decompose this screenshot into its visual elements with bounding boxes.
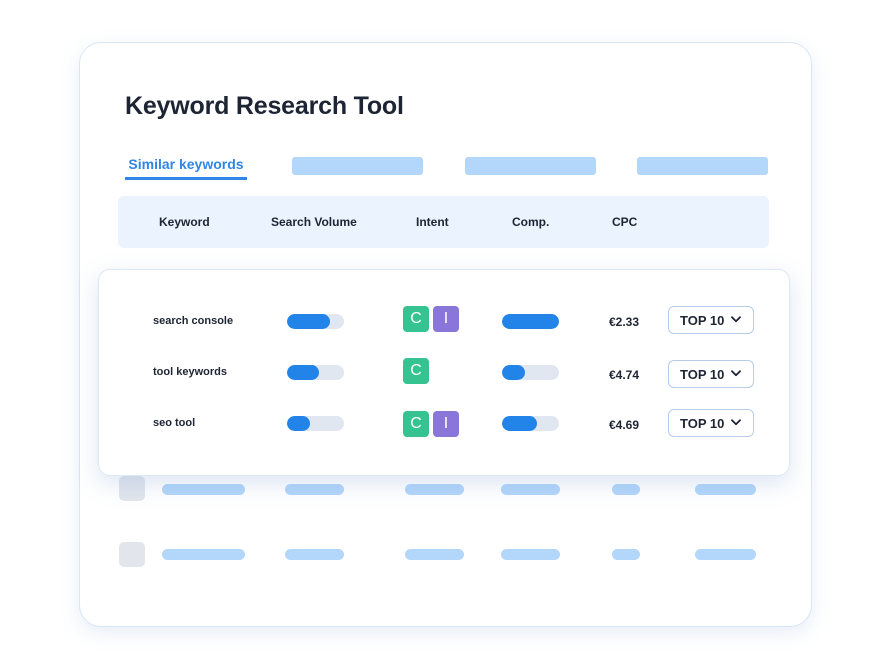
search-volume-bar (287, 416, 344, 431)
skeleton-bar (162, 484, 245, 495)
search-volume-fill (287, 416, 310, 431)
skeleton-bar (285, 549, 344, 560)
tab-placeholder[interactable] (465, 157, 596, 175)
page-title: Keyword Research Tool (125, 92, 404, 120)
search-volume-bar (287, 365, 344, 380)
skeleton-checkbox (119, 542, 145, 567)
skeleton-bar (612, 484, 640, 495)
skeleton-checkbox (119, 476, 145, 501)
keyword-cell: seo tool (153, 417, 196, 429)
search-volume-fill (287, 314, 330, 329)
rank-dropdown-label: TOP 10 (680, 367, 725, 382)
tab-similar-keywords[interactable]: Similar keywords (125, 154, 247, 180)
cpc-cell: €4.69 (609, 418, 640, 432)
competition-fill (502, 314, 559, 329)
tab-placeholder[interactable] (292, 157, 423, 175)
search-volume-fill (287, 365, 320, 380)
rank-dropdown[interactable]: TOP 10 (668, 306, 754, 334)
competition-bar (502, 314, 559, 329)
table-row[interactable]: tool keywords C €4.74 TOP 10 (0, 358, 892, 392)
intent-commercial-badge: C (403, 358, 429, 384)
skeleton-bar (612, 549, 640, 560)
column-header-cpc[interactable]: CPC (612, 215, 637, 229)
table-row[interactable]: search console C I €2.33 TOP 10 (0, 306, 892, 338)
competition-fill (502, 416, 538, 431)
intent-informational-badge: I (433, 411, 459, 437)
skeleton-bar (501, 484, 560, 495)
skeleton-bar (162, 549, 245, 560)
skeleton-bar (501, 549, 560, 560)
rank-dropdown[interactable]: TOP 10 (668, 360, 754, 388)
column-header-keyword[interactable]: Keyword (159, 215, 210, 229)
tab-placeholder[interactable] (637, 157, 768, 175)
table-row[interactable]: seo tool C I €4.69 TOP 10 (0, 409, 892, 441)
rank-dropdown[interactable]: TOP 10 (668, 409, 754, 437)
rank-dropdown-label: TOP 10 (680, 416, 725, 431)
rank-dropdown-label: TOP 10 (680, 313, 725, 328)
chevron-down-icon (731, 370, 741, 377)
skeleton-bar (405, 484, 464, 495)
intent-informational-badge: I (433, 306, 459, 332)
competition-fill (502, 365, 525, 380)
column-header-search-volume[interactable]: Search Volume (271, 215, 357, 229)
chevron-down-icon (731, 316, 741, 323)
intent-commercial-badge: C (403, 411, 429, 437)
keyword-cell: search console (153, 315, 234, 327)
cpc-cell: €4.74 (609, 368, 640, 382)
competition-bar (502, 416, 559, 431)
column-header-intent[interactable]: Intent (416, 215, 449, 229)
keyword-cell: tool keywords (153, 366, 227, 378)
competition-bar (502, 365, 559, 380)
cpc-cell: €2.33 (609, 315, 640, 329)
search-volume-bar (287, 314, 344, 329)
chevron-down-icon (731, 419, 741, 426)
column-header-comp[interactable]: Comp. (512, 215, 549, 229)
skeleton-bar (695, 484, 756, 495)
skeleton-bar (285, 484, 344, 495)
skeleton-bar (695, 549, 756, 560)
intent-commercial-badge: C (403, 306, 429, 332)
skeleton-bar (405, 549, 464, 560)
